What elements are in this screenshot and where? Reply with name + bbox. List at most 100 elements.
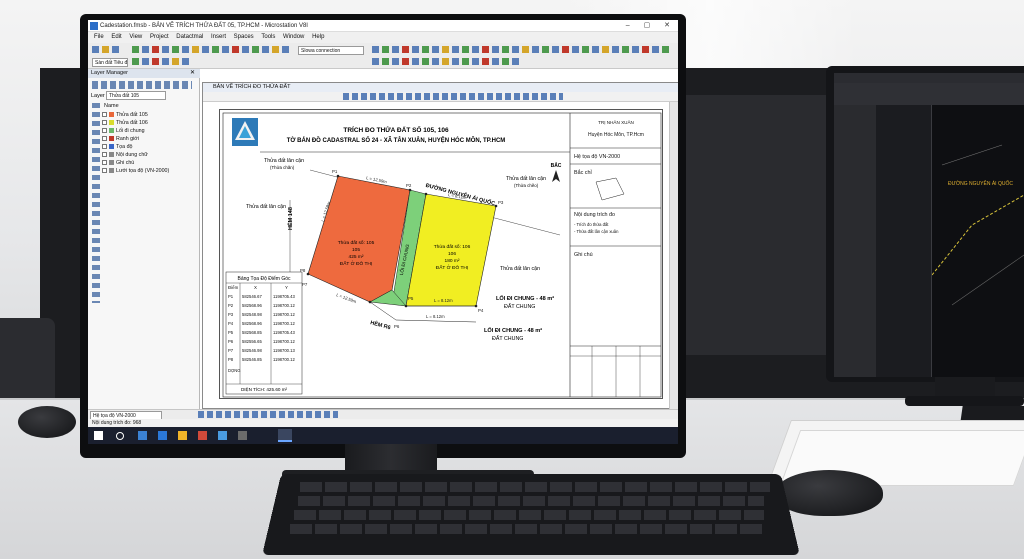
search-icon[interactable] (116, 432, 124, 440)
wireless-mouse (775, 470, 883, 516)
view-toolbar[interactable] (203, 92, 678, 102)
table-header: Y (285, 285, 288, 290)
table-cell: 582568.96 (242, 321, 262, 326)
microstation-taskbar-icon[interactable] (278, 429, 292, 442)
layer-item[interactable]: Ghi chú (102, 159, 198, 167)
sheet-title-2: TỜ BẢN ĐỒ CADASTRAL SỐ 24 - XÃ TÂN XUÂN,… (287, 136, 506, 144)
menu-window[interactable]: Window (283, 34, 304, 40)
layer-swatch (109, 152, 114, 158)
layer-item[interactable]: Lối đi chung (102, 127, 198, 135)
side-north: Bắc chỉ (574, 169, 592, 176)
app-taskbar-icon[interactable] (238, 431, 247, 440)
point-label: P2 (406, 183, 412, 188)
point-label: P7 (302, 282, 308, 287)
table-cell: P2 (228, 303, 234, 308)
toolbar-icons[interactable] (88, 43, 678, 69)
table-cell: 1198700.12 (273, 312, 295, 317)
layer-manager-title: Layer Manager (88, 69, 200, 78)
menu-edit[interactable]: Edit (111, 34, 121, 40)
side-content-item: - Thửa đất lân cận xuân (574, 229, 619, 234)
table-cell: P5 (228, 330, 234, 335)
side-coord: Hệ tọa độ VN-2000 (574, 154, 620, 160)
keyboard-row (294, 510, 764, 520)
layer-item[interactable]: Tọa độ (102, 143, 198, 151)
table-cell: P3 (228, 312, 234, 317)
right-map-street-label: ĐƯỜNG NGUYỄN ÁI QUỐC (948, 180, 1013, 187)
menu-project[interactable]: Project (150, 34, 169, 40)
north-label: BẮC (551, 161, 562, 169)
layer-manager-panel: Layer Manager ✕ Layer Thửa đất 105 Name … (88, 69, 200, 409)
desk-partition-back (680, 95, 830, 355)
table-header: X (254, 285, 257, 290)
parcel-105-use: ĐẤT Ở ĐÔ THỊ (340, 260, 372, 267)
menu-datactmal[interactable]: Datactmal (176, 34, 203, 40)
table-cell: DỌNG (228, 368, 241, 373)
layer-item[interactable]: Thửa đất 106 (102, 119, 198, 127)
explorer-icon[interactable] (178, 431, 187, 440)
status-text: Nội dung trích đo: 968 (88, 419, 678, 427)
table-area: DIỆN TÍCH: 425.60 m² (241, 385, 288, 392)
status-tools[interactable] (198, 411, 338, 418)
window-controls[interactable]: – ▢ ✕ (626, 20, 676, 32)
table-cell: P1 (228, 294, 234, 299)
common-path-2: LỐI ĐI CHUNG - 48 m² (484, 327, 542, 334)
app-icon (90, 22, 98, 30)
parcel-106-area: 180 m² (445, 258, 460, 264)
main-screen: Cadestation.fmsb - BẢN VẼ TRÍCH THỬA ĐẤT… (88, 20, 678, 444)
side-org-2: Huyện Hóc Môn, TP.Hcm (588, 132, 644, 138)
point-label: P4 (478, 308, 484, 313)
table-cell: 1198700.12 (273, 321, 295, 326)
view-tools[interactable] (343, 93, 563, 100)
menu-help[interactable]: Help (312, 34, 324, 40)
table-cell: 1198700.13 (273, 348, 295, 353)
right-monitor-sidebar (834, 105, 876, 377)
menu-spaces[interactable]: Spaces (234, 34, 254, 40)
layer-toolbar[interactable] (92, 81, 192, 89)
view-scrollbar[interactable] (669, 102, 678, 409)
layer-item[interactable]: Ranh giới (102, 135, 198, 143)
layer-combo[interactable]: Thửa đất 105 (106, 91, 166, 100)
table-cell: 1198700.12 (273, 303, 295, 308)
table-cell: 1198700.12 (273, 357, 295, 362)
taskview-icon[interactable] (138, 431, 147, 440)
layer-list: Thửa đất 105 Thửa đất 106 Lối đi chung R… (102, 111, 198, 175)
level-combo[interactable]: Sàn đất Tiêu đức (92, 58, 128, 67)
edge-icon[interactable] (158, 431, 167, 440)
layer-item[interactable]: Nội dung chữ (102, 151, 198, 159)
layer-item[interactable]: Lưới tọa độ (VN-2000) (102, 167, 198, 175)
app-taskbar-icon[interactable] (198, 431, 207, 440)
neighbor-label-3: Thửa đất lân cận (246, 203, 286, 210)
status-toolbar: Hệ tọa độ VN-2000 (88, 409, 678, 420)
layer-swatch (109, 128, 114, 134)
menu-tools[interactable]: Tools (261, 34, 275, 40)
common-path-2-sub: ĐẤT CHUNG (492, 335, 523, 342)
menu-file[interactable]: File (94, 34, 104, 40)
parcel-105-line1: Thửa đất số: 105 (338, 239, 375, 246)
table-header: Điểm (228, 285, 239, 290)
neighbor-label-2: Thửa đất lân cận (506, 175, 546, 182)
office-chair (0, 318, 55, 410)
layer-item[interactable]: Thửa đất 105 (102, 111, 198, 119)
right-monitor-toolbar (834, 83, 1024, 105)
menu-view[interactable]: View (129, 34, 142, 40)
neighbor-sub-2: (Thửa chẽo) (514, 183, 539, 188)
parcel-105-line2: 105 (352, 247, 360, 253)
close-icon[interactable]: ✕ (190, 69, 195, 78)
drawing-view-window: BẢN VẼ TRÍCH ĐO THỬA ĐẤT TRÍCH ĐO THỬA Đ… (202, 82, 678, 409)
point-label: P3 (498, 200, 504, 205)
common-path-1-sub: ĐẤT CHUNG (504, 303, 535, 310)
menu-insert[interactable]: Insert (211, 34, 226, 40)
layer-side-tools[interactable] (92, 103, 100, 303)
dim-label: L = 8.12m (434, 298, 453, 303)
windows-start-icon[interactable] (94, 431, 103, 440)
table-cell: 582546.67 (242, 294, 262, 299)
layer-swatch (109, 120, 114, 126)
point-label: P6 (394, 324, 400, 329)
parcel-106-line2: 106 (448, 251, 456, 257)
point-label: P1 (332, 169, 338, 174)
neighbor-label-1: Thửa đất lân cận (264, 157, 304, 164)
app-taskbar-icon[interactable] (218, 431, 227, 440)
connection-combo[interactable]: Slowa connection (298, 46, 364, 55)
table-cell: 582546.85 (242, 357, 262, 362)
side-content-item: - Trích đo thửa đất (574, 222, 609, 227)
